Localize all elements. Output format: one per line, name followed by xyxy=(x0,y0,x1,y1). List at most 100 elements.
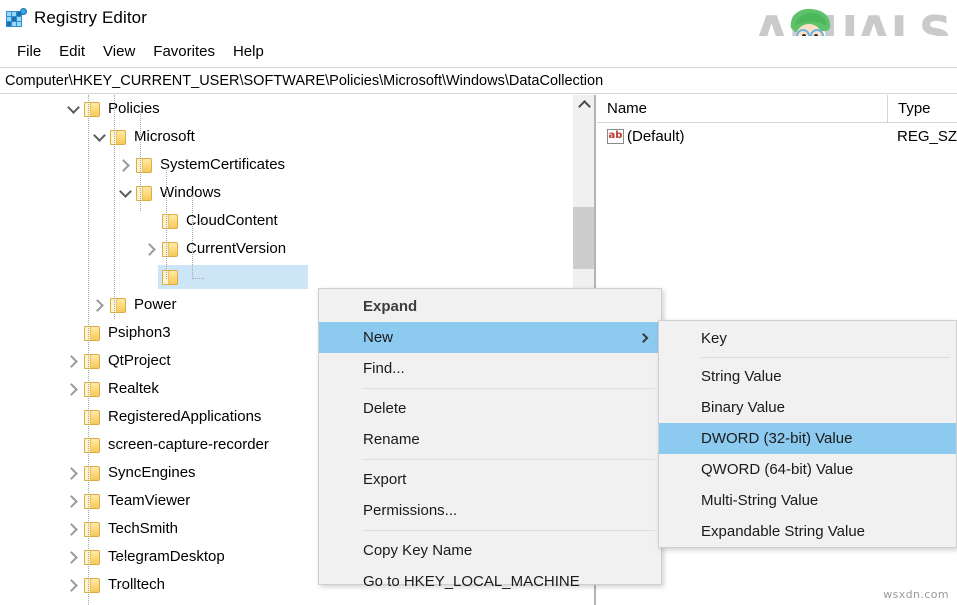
registry-path: Computer\HKEY_CURRENT_USER\SOFTWARE\Poli… xyxy=(5,73,603,89)
folder-icon xyxy=(136,186,152,201)
chevron-right-icon[interactable] xyxy=(62,543,84,571)
scroll-up-icon[interactable] xyxy=(573,95,595,115)
value-name-cell: ab (Default) xyxy=(597,128,887,145)
submenu-item-label: Key xyxy=(701,330,727,347)
folder-icon xyxy=(84,354,100,369)
tree-item-label: TeamViewer xyxy=(106,491,193,511)
tree-guide-line xyxy=(114,558,126,559)
submenu-item-dword-32-bit-value[interactable]: DWORD (32-bit) Value xyxy=(659,423,956,454)
submenu-item-expandable-string-value[interactable]: Expandable String Value xyxy=(659,516,956,547)
context-menu-item-label: Delete xyxy=(363,400,406,417)
context-menu-item-export[interactable]: Export xyxy=(319,464,661,495)
context-menu-item-label: Rename xyxy=(363,431,420,448)
menu-help[interactable]: Help xyxy=(224,41,273,62)
folder-icon xyxy=(84,410,100,425)
tree-guide-line xyxy=(114,446,126,447)
tree-item-windows[interactable]: Windows xyxy=(0,179,572,207)
tree-item-cloudcontent[interactable]: CloudContent xyxy=(0,207,572,235)
submenu-item-qword-64-bit-value[interactable]: QWORD (64-bit) Value xyxy=(659,454,956,485)
tree-expander-empty xyxy=(62,319,84,347)
chevron-right-icon[interactable] xyxy=(114,151,136,179)
context-menu-item-rename[interactable]: Rename xyxy=(319,424,661,455)
column-header-type[interactable]: Type xyxy=(888,95,957,122)
chevron-down-icon[interactable] xyxy=(114,179,136,207)
scrollbar-thumb[interactable] xyxy=(573,207,595,269)
submenu-item-string-value[interactable]: String Value xyxy=(659,361,956,392)
chevron-down-icon[interactable] xyxy=(88,123,110,151)
source-watermark: wsxdn.com xyxy=(883,588,949,601)
submenu-item-label: Expandable String Value xyxy=(701,523,865,540)
tree-guide-line xyxy=(192,195,193,279)
context-menu-item-permissions[interactable]: Permissions... xyxy=(319,495,661,526)
submenu-item-multi-string-value[interactable]: Multi-String Value xyxy=(659,485,956,516)
folder-icon xyxy=(84,102,100,117)
tree-item-label: Power xyxy=(132,295,180,315)
chevron-right-icon[interactable] xyxy=(88,291,110,319)
menu-bar: File Edit View Favorites Help xyxy=(0,36,957,66)
chevron-right-icon[interactable] xyxy=(62,459,84,487)
context-menu-item-label: Copy Key Name xyxy=(363,542,472,559)
tree-expander-empty xyxy=(62,431,84,459)
chevron-right-icon[interactable] xyxy=(62,487,84,515)
folder-icon xyxy=(84,550,100,565)
folder-icon xyxy=(162,214,178,229)
chevron-right-icon[interactable] xyxy=(62,515,84,543)
submenu-item-label: String Value xyxy=(701,368,782,385)
chevron-down-icon[interactable] xyxy=(62,95,84,123)
context-menu-item-delete[interactable]: Delete xyxy=(319,393,661,424)
submenu-item-key[interactable]: Key xyxy=(659,323,956,354)
tree-guide-line xyxy=(88,95,89,605)
context-menu-item-label: New xyxy=(363,329,393,346)
menu-view[interactable]: View xyxy=(94,41,144,62)
window-title: Registry Editor xyxy=(34,8,147,28)
context-menu-item-label: Export xyxy=(363,471,406,488)
registry-editor-icon xyxy=(6,8,26,28)
new-submenu[interactable]: Key String Value Binary ValueDWORD (32-bit… xyxy=(658,320,957,548)
menu-separator xyxy=(363,388,655,389)
tree-guide-line xyxy=(192,278,204,279)
tree-item-label: TechSmith xyxy=(106,519,181,539)
column-header-name[interactable]: Name xyxy=(597,95,888,122)
menu-file[interactable]: File xyxy=(8,41,50,62)
tree-guide-line xyxy=(114,95,115,319)
tree-guide-line xyxy=(114,586,126,587)
tree-item-label: Windows xyxy=(158,183,224,203)
tree-guide-line xyxy=(140,111,141,211)
table-row[interactable]: ab (Default) REG_SZ xyxy=(597,123,957,149)
chevron-right-icon[interactable] xyxy=(140,235,162,263)
string-value-icon: ab xyxy=(607,129,624,144)
folder-icon xyxy=(162,242,178,257)
tree-item-label: SystemCertificates xyxy=(158,155,288,175)
tree-item-datacollection[interactable]: DataCollection xyxy=(0,263,572,291)
menu-edit[interactable]: Edit xyxy=(50,41,94,62)
context-menu-item-find[interactable]: Find... xyxy=(319,353,661,384)
folder-icon xyxy=(162,270,178,285)
context-menu-item-new[interactable]: New xyxy=(319,322,661,353)
context-menu-item-label: Go to HKEY_LOCAL_MACHINE xyxy=(363,573,580,590)
chevron-right-icon[interactable] xyxy=(62,347,84,375)
tree-item-currentversion[interactable]: CurrentVersion xyxy=(0,235,572,263)
tree-item-label: CurrentVersion xyxy=(184,239,289,259)
tree-item-systemcertificates[interactable]: SystemCertificates xyxy=(0,151,572,179)
tree-item-microsoft[interactable]: Microsoft xyxy=(0,123,572,151)
folder-icon xyxy=(84,466,100,481)
context-menu-item-label: Expand xyxy=(363,298,417,315)
chevron-right-icon[interactable] xyxy=(62,375,84,403)
chevron-right-icon[interactable] xyxy=(62,571,84,599)
tree-item-policies[interactable]: Policies xyxy=(0,95,572,123)
address-bar[interactable]: Computer\HKEY_CURRENT_USER\SOFTWARE\Poli… xyxy=(0,67,957,94)
tree-expander-empty xyxy=(62,403,84,431)
value-type-cell: REG_SZ xyxy=(887,128,957,145)
submenu-item-binary-value[interactable]: Binary Value xyxy=(659,392,956,423)
folder-icon xyxy=(84,522,100,537)
tree-guide-line xyxy=(192,222,204,223)
selection-highlight xyxy=(158,265,308,289)
context-menu-item-copy-key-name[interactable]: Copy Key Name xyxy=(319,535,661,566)
tree-item-label: Trolltech xyxy=(106,575,168,595)
context-menu-item-expand[interactable]: Expand xyxy=(319,291,661,322)
context-menu-item-label: Permissions... xyxy=(363,502,457,519)
context-menu[interactable]: Expand New Find... Delete Rename Export Permis… xyxy=(318,288,662,585)
values-list-header: Name Type xyxy=(597,95,957,123)
context-menu-item-go-to-hkey-local-machine[interactable]: Go to HKEY_LOCAL_MACHINE xyxy=(319,566,661,597)
menu-favorites[interactable]: Favorites xyxy=(144,41,224,62)
